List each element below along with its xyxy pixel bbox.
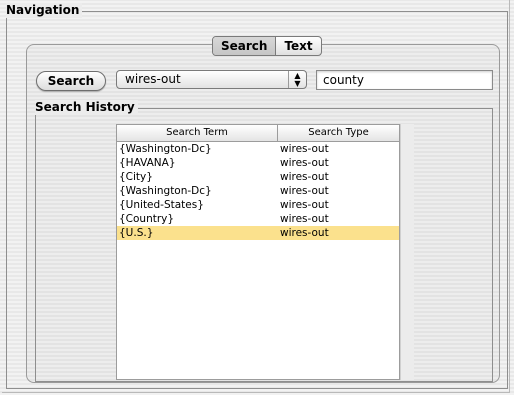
search-type-cell: wires-out: [280, 199, 329, 211]
view-tabs: Search Text: [212, 36, 322, 56]
table-row[interactable]: {City} wires-out: [117, 170, 399, 184]
table-row[interactable]: {HAVANA} wires-out: [117, 156, 399, 170]
tab-search[interactable]: Search: [213, 37, 276, 55]
column-header-search-term[interactable]: Search Term: [117, 125, 278, 141]
search-history-table[interactable]: Search Term Search Type {Washington-Dc} w…: [116, 124, 400, 380]
navigation-title: Navigation: [6, 3, 83, 18]
search-term-cell: {HAVANA}: [119, 157, 176, 169]
search-query-input[interactable]: county: [316, 70, 493, 90]
search-type-select[interactable]: wires-out ▲ ▼: [116, 70, 307, 89]
column-header-search-type[interactable]: Search Type: [278, 125, 399, 141]
table-header: Search Term Search Type: [117, 125, 399, 142]
search-type-cell: wires-out: [280, 185, 329, 197]
table-row[interactable]: {United-States} wires-out: [117, 198, 399, 212]
search-term-cell: {Washington-Dc}: [119, 185, 212, 197]
tab-text[interactable]: Text: [275, 37, 320, 55]
table-body: {Washington-Dc} wires-out {HAVANA} wires-ou…: [117, 142, 399, 240]
search-type-cell: wires-out: [280, 157, 329, 169]
search-term-cell: {Washington-Dc}: [119, 143, 212, 155]
search-type-cell: wires-out: [280, 227, 329, 239]
search-term-cell: {Country}: [119, 213, 175, 225]
search-history-title: Search History: [35, 100, 138, 115]
table-row[interactable]: {Country} wires-out: [117, 212, 399, 226]
up-down-arrows-icon: ▲ ▼: [288, 71, 306, 88]
table-scrollbar[interactable]: [400, 124, 414, 380]
table-row[interactable]: {Washington-Dc} wires-out: [117, 142, 399, 156]
search-term-cell: {U.S.}: [119, 227, 154, 239]
search-button[interactable]: Search: [36, 71, 106, 91]
search-term-cell: {United-States}: [119, 199, 204, 211]
search-type-cell: wires-out: [280, 171, 329, 183]
search-type-cell: wires-out: [280, 213, 329, 225]
table-row[interactable]: {Washington-Dc} wires-out: [117, 184, 399, 198]
search-type-cell: wires-out: [280, 143, 329, 155]
search-type-value: wires-out: [125, 72, 181, 86]
table-row[interactable]: {U.S.} wires-out: [117, 226, 399, 240]
search-term-cell: {City}: [119, 171, 153, 183]
